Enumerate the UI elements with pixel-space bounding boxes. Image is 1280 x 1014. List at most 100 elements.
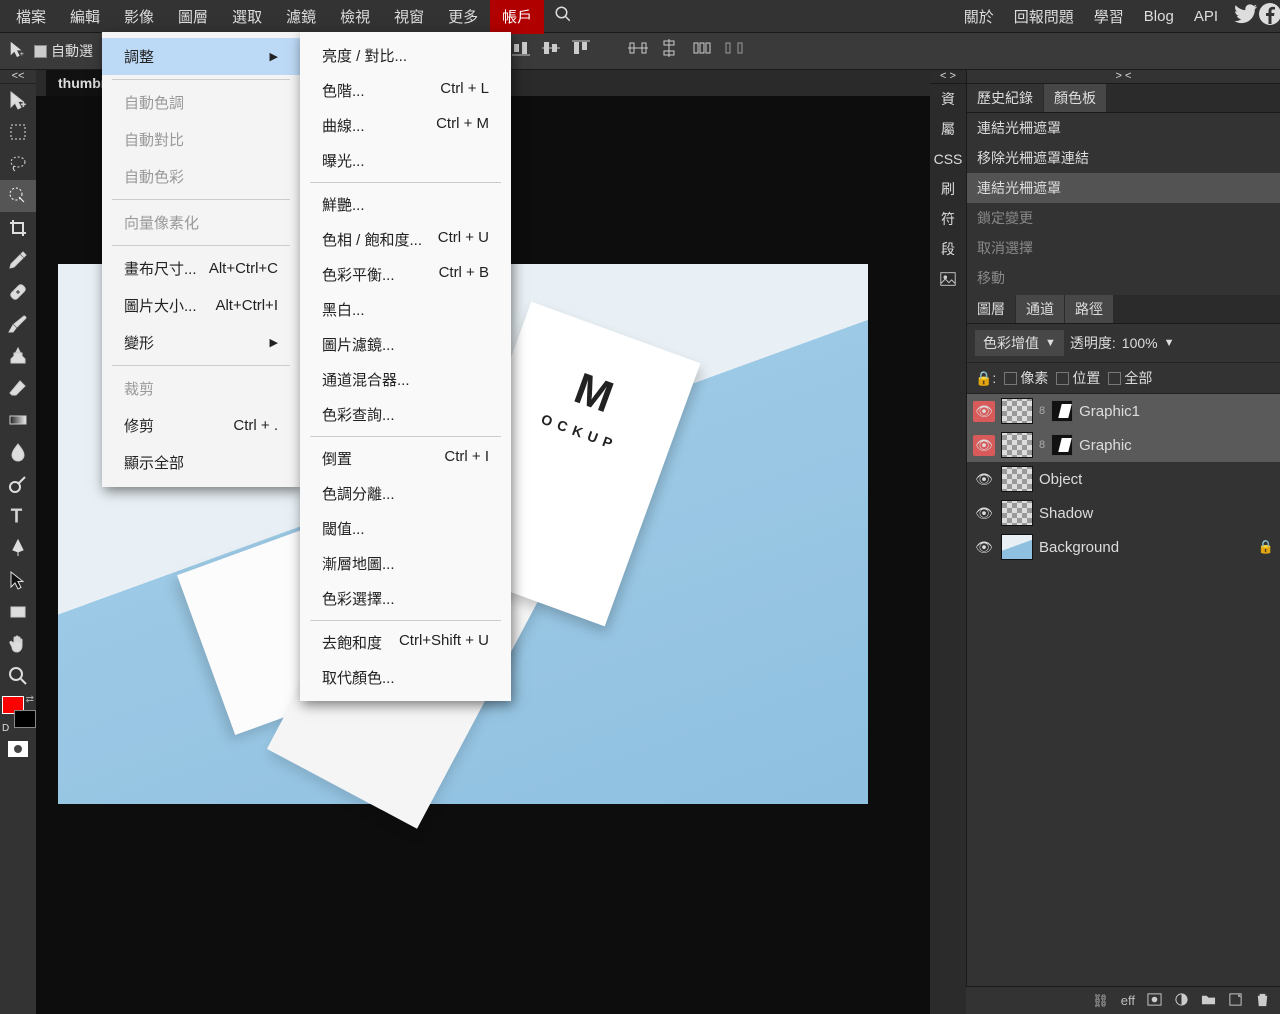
tab-paths[interactable]: 路徑: [1065, 295, 1113, 323]
menu-canvassize[interactable]: 畫布尺寸...Alt+Ctrl+C: [102, 250, 300, 287]
history-item-current[interactable]: 連結光柵遮罩: [967, 173, 1280, 203]
layer-row[interactable]: 👁 Background 🔒: [967, 530, 1280, 564]
history-item[interactable]: 移除光柵遮罩連結: [967, 143, 1280, 173]
menu-filter[interactable]: 濾鏡: [274, 0, 328, 34]
layer-name[interactable]: Graphic: [1079, 437, 1132, 454]
menu-vibrance[interactable]: 鮮艷...: [300, 187, 511, 222]
layer-row[interactable]: 👁 Shadow: [967, 496, 1280, 530]
menu-levels[interactable]: 色階...Ctrl + L: [300, 73, 511, 108]
distribute-icon[interactable]: [628, 39, 648, 60]
menu-file[interactable]: 檔案: [4, 0, 58, 34]
menu-adjustments[interactable]: 調整▶: [102, 38, 300, 75]
menu-colorlookup[interactable]: 色彩查詢...: [300, 397, 511, 432]
menu-invert[interactable]: 倒置Ctrl + I: [300, 441, 511, 476]
menu-exposure[interactable]: 曝光...: [300, 143, 511, 178]
link-api[interactable]: API: [1184, 1, 1228, 32]
layer-row[interactable]: 👁 Object: [967, 462, 1280, 496]
distribute-icon[interactable]: [692, 39, 712, 60]
layer-name[interactable]: Shadow: [1039, 505, 1093, 522]
menu-select[interactable]: 選取: [220, 0, 274, 34]
heal-tool-icon[interactable]: [0, 276, 36, 308]
lock-position[interactable]: 位置: [1056, 368, 1100, 388]
menu-huesat[interactable]: 色相 / 飽和度...Ctrl + U: [300, 222, 511, 257]
blend-mode-select[interactable]: 色彩增值▼: [975, 330, 1064, 356]
visibility-icon[interactable]: 👁: [973, 435, 995, 456]
clone-tool-icon[interactable]: [0, 340, 36, 372]
visibility-icon[interactable]: 👁: [973, 539, 995, 556]
quick-select-tool-icon[interactable]: [0, 180, 36, 212]
align-icon[interactable]: [512, 39, 530, 60]
new-folder-icon[interactable]: [1201, 992, 1216, 1010]
sidetab-paragraph[interactable]: 段: [930, 234, 966, 264]
menu-curves[interactable]: 曲線...Ctrl + M: [300, 108, 511, 143]
sidetab-character[interactable]: 符: [930, 204, 966, 234]
marquee-tool-icon[interactable]: [0, 116, 36, 148]
link-report[interactable]: 回報問題: [1004, 0, 1084, 34]
layer-mask-thumb[interactable]: [1051, 400, 1073, 422]
link-learn[interactable]: 學習: [1084, 0, 1134, 34]
lock-pixels[interactable]: 像素: [1004, 368, 1048, 388]
menu-bw[interactable]: 黑白...: [300, 292, 511, 327]
sidetab-properties[interactable]: 屬: [930, 114, 966, 144]
sidetab-image-icon[interactable]: [930, 264, 966, 294]
type-tool-icon[interactable]: T: [0, 500, 36, 532]
eraser-tool-icon[interactable]: [0, 372, 36, 404]
link-about[interactable]: 關於: [954, 0, 1004, 34]
default-colors-icon[interactable]: D: [2, 723, 9, 734]
lasso-tool-icon[interactable]: [0, 148, 36, 180]
menu-trim[interactable]: 修剪Ctrl + .: [102, 407, 300, 444]
distribute-icon[interactable]: [724, 39, 744, 60]
shape-tool-icon[interactable]: [0, 596, 36, 628]
link-layers-icon[interactable]: ⛓: [1092, 993, 1109, 1009]
layer-name[interactable]: Object: [1039, 471, 1082, 488]
opacity-triangle-icon[interactable]: ▼: [1164, 337, 1175, 349]
menu-threshold[interactable]: 閾值...: [300, 511, 511, 546]
align-icon[interactable]: [572, 39, 590, 60]
history-item-future[interactable]: 鎖定變更: [967, 203, 1280, 233]
menu-imagesize[interactable]: 圖片大小...Alt+Ctrl+I: [102, 287, 300, 324]
crop-tool-icon[interactable]: [0, 212, 36, 244]
path-select-tool-icon[interactable]: [0, 564, 36, 596]
toolbar-collapse-icon[interactable]: <<: [0, 70, 36, 84]
gradient-tool-icon[interactable]: [0, 404, 36, 436]
menu-selcolor[interactable]: 色彩選擇...: [300, 581, 511, 616]
eyedropper-tool-icon[interactable]: [0, 244, 36, 276]
menu-layer[interactable]: 圖層: [166, 0, 220, 34]
layer-row[interactable]: 👁 8 Graphic: [967, 428, 1280, 462]
menu-account[interactable]: 帳戶: [490, 0, 544, 34]
visibility-icon[interactable]: 👁: [973, 505, 995, 522]
zoom-tool-icon[interactable]: [0, 660, 36, 692]
link-blog[interactable]: Blog: [1134, 1, 1184, 32]
menu-replacecolor[interactable]: 取代顏色...: [300, 660, 511, 695]
layer-name[interactable]: Background: [1039, 539, 1119, 556]
sidetab-brush[interactable]: 刷: [930, 174, 966, 204]
delete-layer-icon[interactable]: [1255, 992, 1270, 1010]
background-color-icon[interactable]: [14, 710, 36, 728]
link-icon[interactable]: 8: [1039, 439, 1045, 451]
quickmask-icon[interactable]: [0, 736, 36, 762]
menu-image[interactable]: 影像: [112, 0, 166, 34]
history-item-future[interactable]: 取消選擇: [967, 233, 1280, 263]
pen-tool-icon[interactable]: [0, 532, 36, 564]
twitter-icon[interactable]: [1228, 0, 1252, 37]
menu-edit[interactable]: 編輯: [58, 0, 112, 34]
color-swatches[interactable]: ⇄ D: [0, 692, 36, 736]
search-icon[interactable]: [544, 0, 582, 34]
menu-desaturate[interactable]: 去飽和度Ctrl+Shift + U: [300, 625, 511, 660]
layer-mask-thumb[interactable]: [1051, 434, 1073, 456]
visibility-icon[interactable]: 👁: [973, 401, 995, 422]
history-item-future[interactable]: 移動: [967, 263, 1280, 293]
autoselect-checkbox[interactable]: 自動選: [34, 41, 93, 61]
align-icon[interactable]: [542, 39, 560, 60]
tab-history[interactable]: 歷史紀錄: [967, 84, 1043, 112]
sidetab-info[interactable]: 資: [930, 84, 966, 114]
move-tool-icon[interactable]: +: [0, 84, 36, 116]
opacity-value[interactable]: 100%: [1122, 335, 1158, 351]
menu-colorbalance[interactable]: 色彩平衡...Ctrl + B: [300, 257, 511, 292]
distribute-icon[interactable]: [660, 39, 680, 60]
adjustment-layer-icon[interactable]: [1174, 992, 1189, 1010]
menu-view[interactable]: 檢視: [328, 0, 382, 34]
sidetab-css[interactable]: CSS: [930, 144, 966, 174]
menu-window[interactable]: 視窗: [382, 0, 436, 34]
lock-all[interactable]: 全部: [1108, 368, 1152, 388]
